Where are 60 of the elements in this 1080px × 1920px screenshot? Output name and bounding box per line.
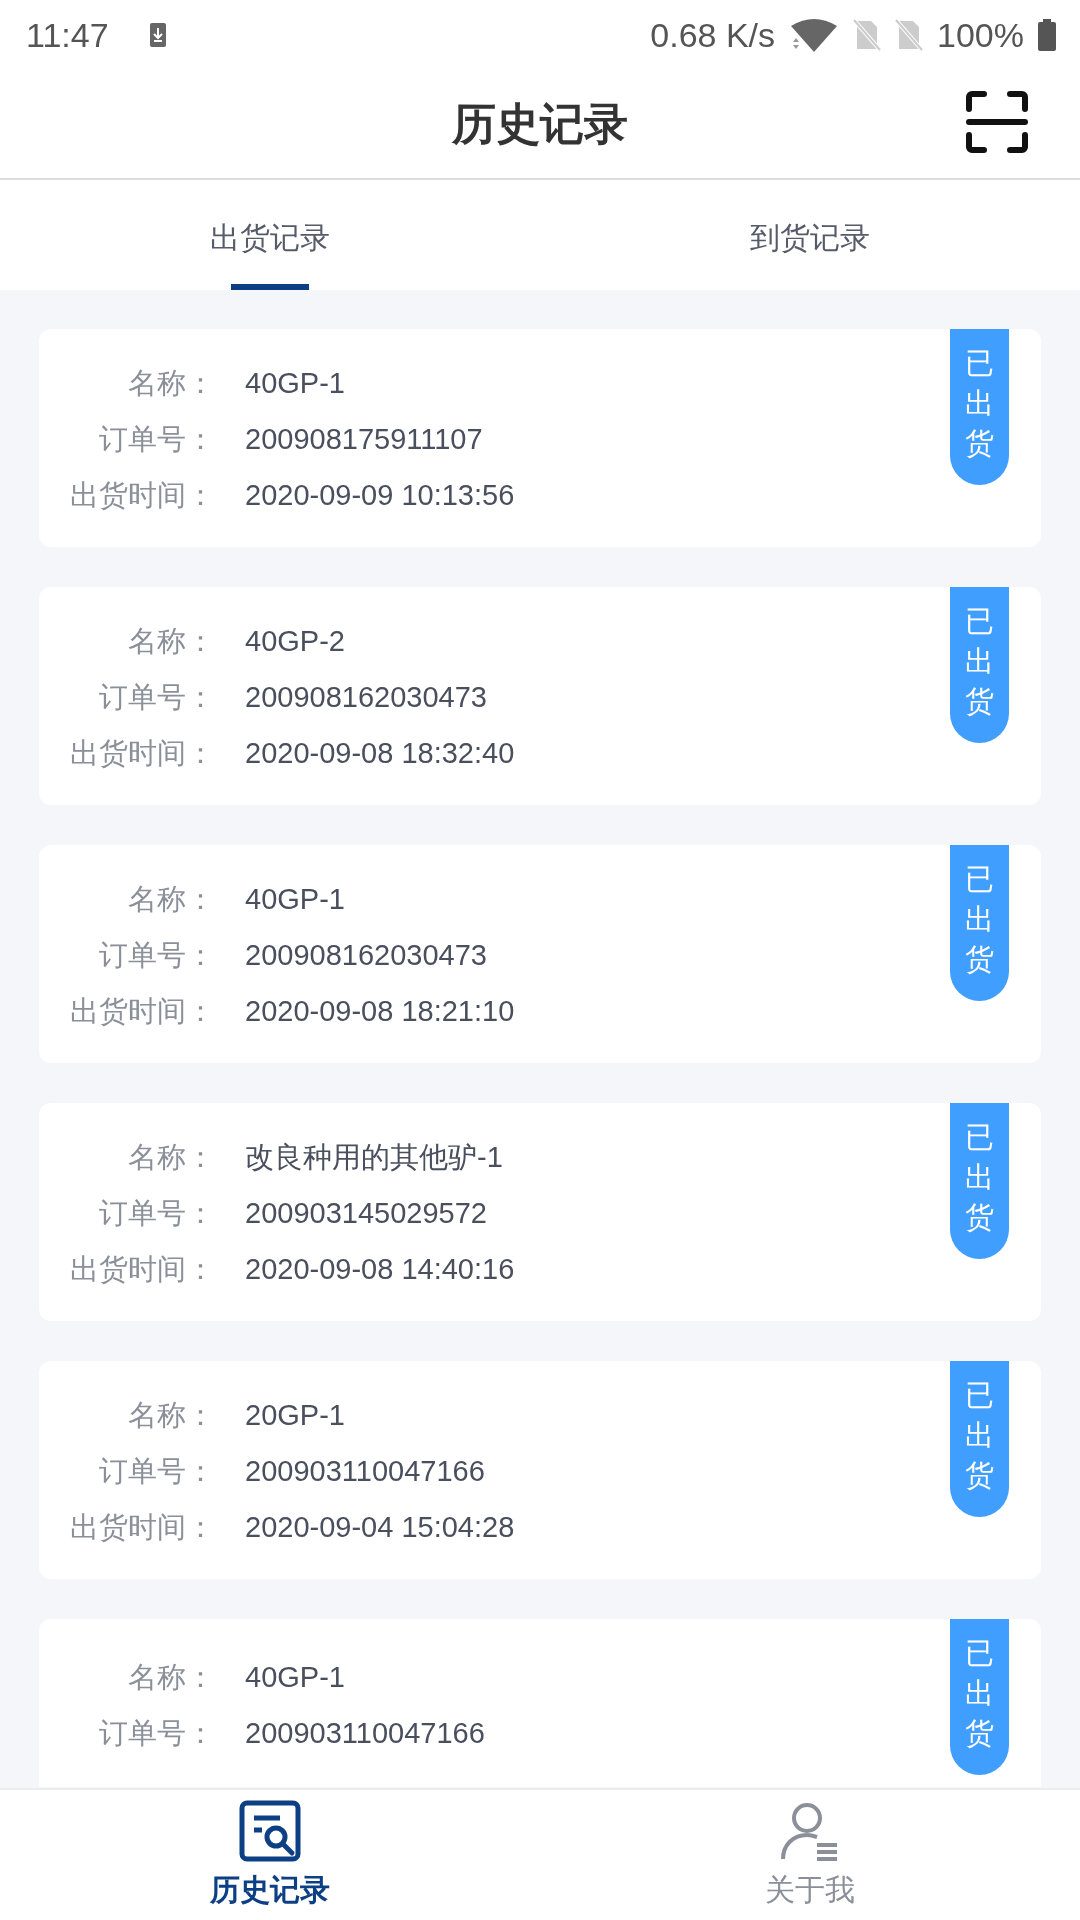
tab[interactable]: 到货记录: [540, 180, 1080, 290]
field-label: 订单号：: [98, 1716, 215, 1751]
field-value: 2020-09-08 18:32:40: [245, 736, 515, 771]
field-value: 40GP-1: [245, 1660, 345, 1695]
field-value: 40GP-1: [245, 366, 345, 401]
field-value: 200903110047166: [245, 1716, 485, 1751]
record-card[interactable]: 名称： 40GP-1 订单号： 200908162030473 出货时间： 2020-09-08 18:21:10 已出货: [39, 845, 1041, 1063]
status-badge: 已出货: [950, 845, 1009, 1001]
field-label: 订单号：: [98, 938, 215, 973]
field-label: 名称：: [127, 1140, 215, 1175]
field-label: 出货时间：: [69, 1252, 215, 1287]
field-label: 订单号：: [98, 1196, 215, 1231]
wifi-icon: [789, 18, 840, 52]
field-value: 200908162030473: [245, 938, 487, 973]
field-value: 2020-09-08 18:21:10: [245, 994, 515, 1029]
record-card[interactable]: 名称： 20GP-1 订单号： 200903110047166 出货时间： 2020-09-04 15:04:28 已出货: [39, 1361, 1041, 1579]
field-label: 名称：: [127, 624, 215, 659]
clock-time: 11:47: [26, 15, 109, 55]
field-value: 40GP-1: [245, 882, 345, 917]
tab[interactable]: 出货记录: [0, 180, 540, 290]
page-title: 历史记录: [452, 97, 628, 150]
nav-tab[interactable]: 历史记录: [0, 1790, 540, 1920]
field-label: 出货时间：: [69, 736, 215, 771]
record-card[interactable]: 名称： 40GP-1 订单号： 200903110047166 已出货: [39, 1619, 1041, 1787]
status-badge: 已出货: [950, 329, 1009, 485]
battery-icon: [1038, 19, 1056, 51]
field-label: 名称：: [127, 1660, 215, 1695]
field-value: 2020-09-08 14:40:16: [245, 1252, 515, 1287]
field-label: 订单号：: [98, 422, 215, 457]
scan-icon[interactable]: [966, 91, 1028, 153]
record-card[interactable]: 名称： 40GP-1 订单号： 200908175911107 出货时间： 2020-09-09 10:13:56 已出货: [39, 329, 1041, 547]
record-card[interactable]: 名称： 40GP-2 订单号： 200908162030473 出货时间： 2020-09-08 18:32:40 已出货: [39, 587, 1041, 805]
download-icon: [148, 22, 167, 48]
record-card[interactable]: 名称： 改良种用的其他驴-1 订单号： 200903145029572 出货时间： 2020-09-08 14:40:16 已出货: [39, 1103, 1041, 1321]
field-label: 名称：: [127, 882, 215, 917]
status-badge: 已出货: [950, 1361, 1009, 1517]
field-value: 200903110047166: [245, 1454, 485, 1489]
status-badge: 已出货: [950, 587, 1009, 743]
field-value: 20GP-1: [245, 1398, 345, 1433]
status-badge: 已出货: [950, 1619, 1009, 1775]
field-label: 出货时间：: [69, 994, 215, 1029]
field-value: 2020-09-04 15:04:28: [245, 1510, 515, 1545]
network-speed: 0.68 K/s: [650, 15, 776, 55]
field-value: 改良种用的其他驴-1: [245, 1140, 503, 1175]
document-search-icon: [239, 1800, 301, 1862]
field-value: 200903145029572: [245, 1196, 487, 1231]
field-label: 出货时间：: [69, 478, 215, 513]
field-label: 名称：: [127, 366, 215, 401]
status-badge: 已出货: [950, 1103, 1009, 1259]
field-label: 订单号：: [98, 1454, 215, 1489]
field-label: 出货时间：: [69, 1510, 215, 1545]
field-value: 200908175911107: [245, 422, 483, 457]
field-value: 2020-09-09 10:13:56: [245, 478, 515, 513]
no-sim-icon: [853, 19, 882, 51]
field-label: 订单号：: [98, 680, 215, 715]
field-value: 40GP-2: [245, 624, 345, 659]
battery-percent: 100%: [937, 15, 1024, 55]
field-value: 200908162030473: [245, 680, 487, 715]
field-label: 名称：: [127, 1398, 215, 1433]
no-sim-icon: [895, 19, 924, 51]
